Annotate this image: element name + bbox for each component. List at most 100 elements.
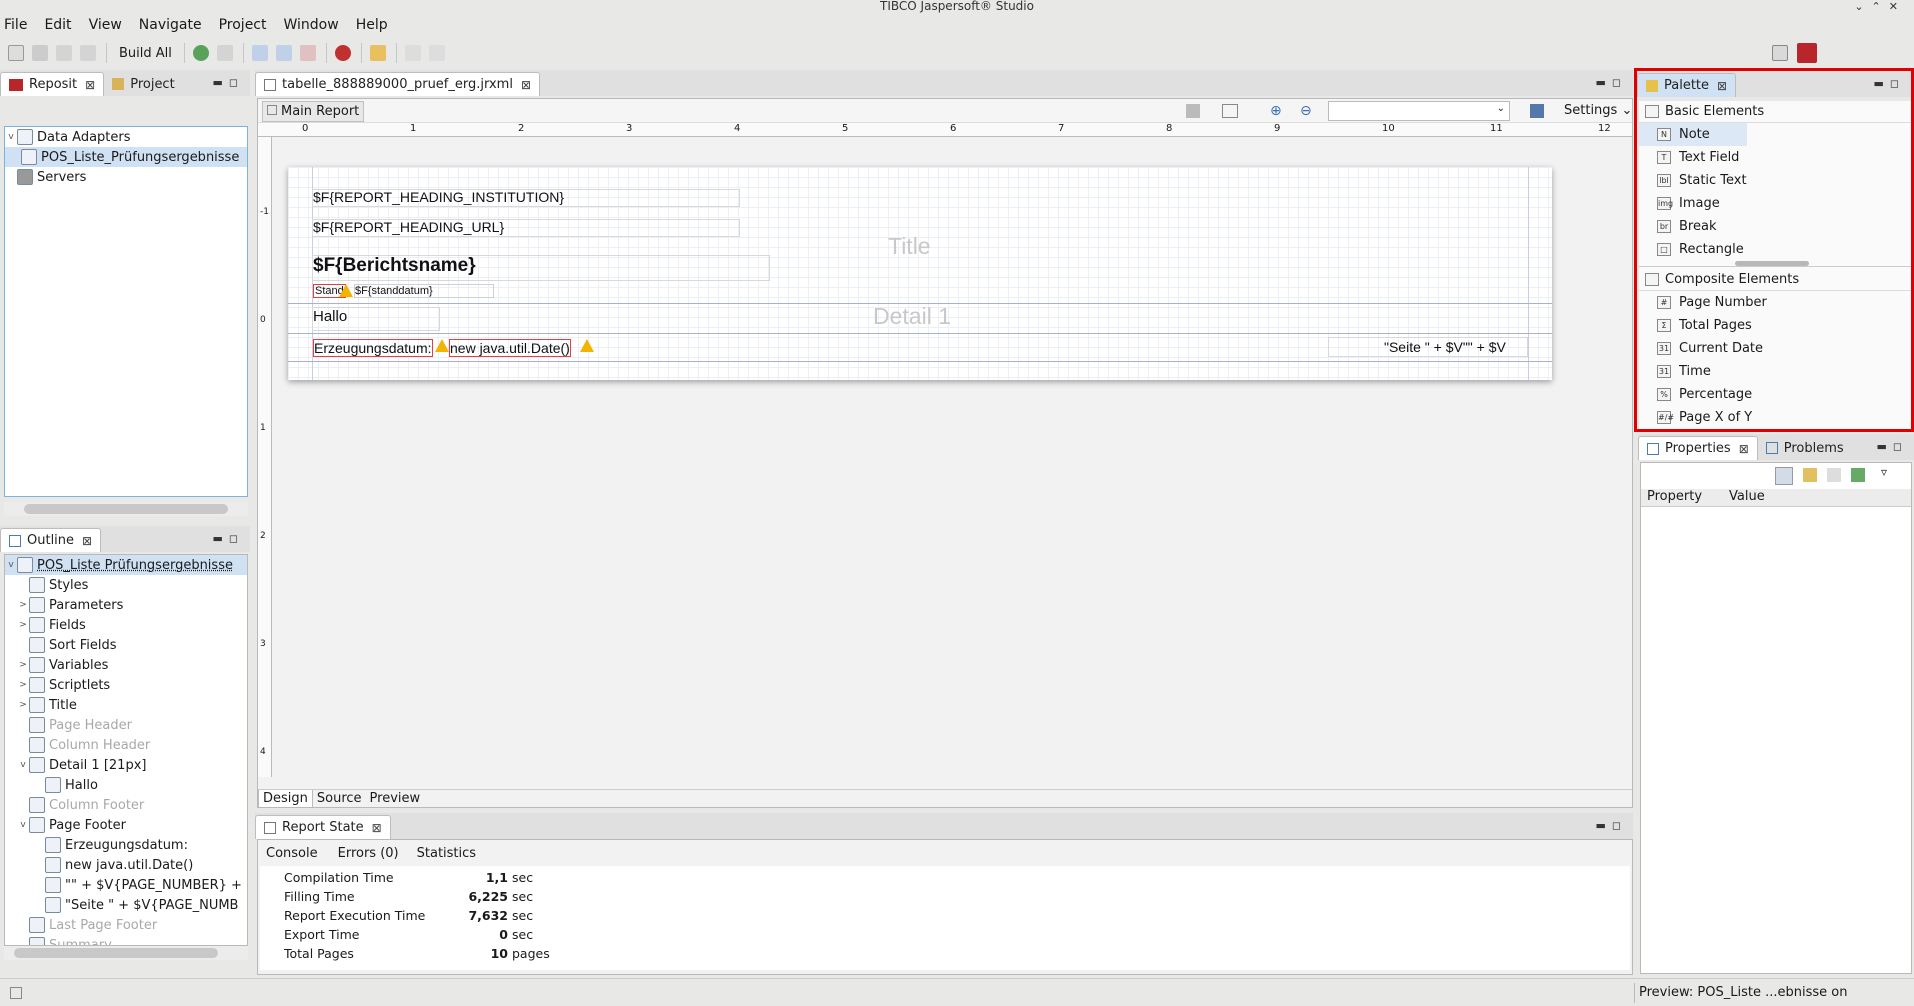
close-icon[interactable]: ⊠	[1739, 442, 1749, 456]
tab-palette[interactable]: Palette ⊠	[1637, 73, 1737, 97]
panel-min-max[interactable]: ▬◻	[1595, 76, 1627, 89]
undo-icon[interactable]	[404, 45, 421, 61]
expand-caret[interactable]: v	[17, 760, 29, 770]
tab-console[interactable]: Console	[266, 846, 318, 861]
menu-view[interactable]: View	[89, 17, 122, 33]
zoom-out-icon[interactable]: ⊖	[1300, 103, 1312, 119]
expand-caret[interactable]: >	[17, 680, 29, 690]
panel-min-max[interactable]: ▬◻	[1873, 77, 1905, 90]
menu-help[interactable]: Help	[356, 17, 388, 33]
palette-item[interactable]: □ Rectangle	[1639, 238, 1911, 261]
outline-item[interactable]: Column Footer	[5, 795, 247, 815]
new-file-icon[interactable]	[8, 45, 24, 61]
categories-icon[interactable]	[1775, 467, 1793, 485]
panel-min-max[interactable]: ▬◻	[212, 76, 244, 89]
palette-item[interactable]: % Percentage	[1639, 383, 1911, 406]
outline-hscrollbar[interactable]	[4, 946, 248, 960]
tree-item-data-adapter[interactable]: POS_Liste_Prüfungsergebnisse	[5, 147, 247, 167]
outline-item[interactable]: Last Page Footer	[5, 915, 247, 935]
outline-item[interactable]: v Page Footer	[5, 815, 247, 835]
outline-item[interactable]: > Fields	[5, 615, 247, 635]
view-menu-icon[interactable]: ▿	[1881, 465, 1887, 479]
report-heading-url[interactable]: $F{REPORT_HEADING_URL}	[313, 219, 504, 235]
advanced-icon[interactable]	[1803, 468, 1817, 482]
edit-icon[interactable]	[299, 45, 316, 61]
hallo-static-text[interactable]: Hallo	[313, 308, 347, 325]
snap-icon[interactable]	[1186, 104, 1200, 118]
panel-min-max[interactable]: ▬◻	[1876, 440, 1908, 453]
outline-item[interactable]: > Title	[5, 695, 247, 715]
expand-caret[interactable]: >	[17, 700, 29, 710]
outline-item[interactable]: > Variables	[5, 655, 247, 675]
outline-item[interactable]: "" + $V{PAGE_NUMBER} +	[5, 875, 247, 895]
menu-window[interactable]: Window	[284, 17, 339, 33]
tab-statistics[interactable]: Statistics	[417, 846, 476, 861]
page-number-expression[interactable]: "Seite " + $V"" + $V	[1384, 339, 1506, 355]
expand-caret[interactable]: >	[17, 660, 29, 670]
panel-min-max[interactable]: ▬◻	[212, 532, 244, 545]
close-icon[interactable]: ⊠	[521, 78, 531, 92]
close-icon[interactable]: ⊠	[372, 821, 382, 835]
table-icon[interactable]	[275, 45, 292, 61]
outline-root[interactable]: v POS_Liste Prüfungsergebnisse	[5, 555, 247, 575]
menu-edit[interactable]: Edit	[44, 17, 71, 33]
palette-item[interactable]: # Page Number	[1639, 291, 1911, 314]
tab-repository[interactable]: Reposit ⊠	[0, 72, 105, 96]
palette-item[interactable]: img Image	[1639, 192, 1911, 215]
tab-properties[interactable]: Properties ⊠	[1638, 436, 1758, 460]
build-all-button[interactable]: Build All	[119, 46, 172, 61]
outline-item[interactable]: Erzeugungsdatum:	[5, 835, 247, 855]
palette-item[interactable]: br Break	[1639, 215, 1911, 238]
close-icon[interactable]: ⊠	[82, 534, 92, 548]
export-icon[interactable]	[1851, 468, 1865, 482]
outline-item[interactable]: "Seite " + $V{PAGE_NUMB	[5, 895, 247, 915]
panel-min-max[interactable]: ▬◻	[1595, 819, 1627, 832]
window-controls[interactable]: ⌄⌃✕	[1854, 0, 1906, 13]
menu-navigate[interactable]: Navigate	[139, 17, 202, 33]
tab-jrxml-file[interactable]: tabelle_888889000_pruef_erg.jrxml ⊠	[255, 72, 541, 96]
grid-icon[interactable]	[1222, 104, 1238, 118]
debug-icon[interactable]	[334, 45, 351, 61]
main-report-breadcrumb[interactable]: Main Report	[262, 101, 365, 122]
palette-item[interactable]: lbl Static Text	[1639, 169, 1911, 192]
redo-icon[interactable]	[428, 45, 445, 61]
tab-preview[interactable]: Preview	[366, 790, 425, 807]
standdatum-field[interactable]: $F{standdatum}	[354, 284, 494, 298]
outline-item[interactable]: Column Header	[5, 735, 247, 755]
zoom-select[interactable]: ⌄	[1328, 101, 1510, 121]
menu-file[interactable]: File	[4, 17, 27, 33]
save-icon[interactable]	[32, 45, 48, 61]
palette-scrollbar[interactable]	[1735, 261, 1809, 266]
palette-item[interactable]: #/# Page X of Y	[1639, 406, 1911, 429]
stop-icon[interactable]	[216, 45, 233, 61]
jaspersoft-perspective-icon[interactable]	[1797, 43, 1817, 63]
expand-caret[interactable]: >	[17, 600, 29, 610]
outline-item[interactable]: Page Header	[5, 715, 247, 735]
repository-hscrollbar[interactable]	[4, 502, 248, 516]
expand-caret[interactable]: >	[17, 620, 29, 630]
tree-item-data-adapters[interactable]: v Data Adapters	[5, 127, 247, 147]
tab-report-state[interactable]: Report State ⊠	[255, 815, 391, 839]
palette-item[interactable]: T Text Field	[1639, 146, 1911, 169]
berichtsname-field[interactable]: $F{Berichtsname}	[313, 255, 476, 277]
outline-item[interactable]: new java.util.Date()	[5, 855, 247, 875]
print-icon[interactable]	[80, 45, 96, 61]
tab-errors[interactable]: Errors (0)	[338, 846, 399, 861]
basic-elements-header[interactable]: Basic Elements	[1639, 101, 1911, 123]
outline-item[interactable]: Hallo	[5, 775, 247, 795]
palette-item[interactable]: Σ Total Pages	[1639, 314, 1911, 337]
close-icon[interactable]: ⊠	[1717, 79, 1727, 93]
report-heading-institution[interactable]: $F{REPORT_HEADING_INSTITUTION}	[313, 189, 564, 205]
composite-elements-header[interactable]: Composite Elements	[1639, 269, 1911, 291]
outline-item[interactable]: > Scriptlets	[5, 675, 247, 695]
save-all-icon[interactable]	[56, 45, 72, 61]
report-wizard-icon[interactable]	[251, 45, 268, 61]
tab-design[interactable]: Design	[258, 790, 313, 807]
outline-item[interactable]: Summary	[5, 935, 247, 945]
tab-project[interactable]: Project	[104, 72, 182, 96]
outline-item[interactable]: > Parameters	[5, 595, 247, 615]
open-perspective-icon[interactable]	[1772, 45, 1788, 61]
outline-item[interactable]: Sort Fields	[5, 635, 247, 655]
tab-source[interactable]: Source	[313, 790, 366, 807]
zoom-in-icon[interactable]: ⊕	[1270, 103, 1282, 119]
